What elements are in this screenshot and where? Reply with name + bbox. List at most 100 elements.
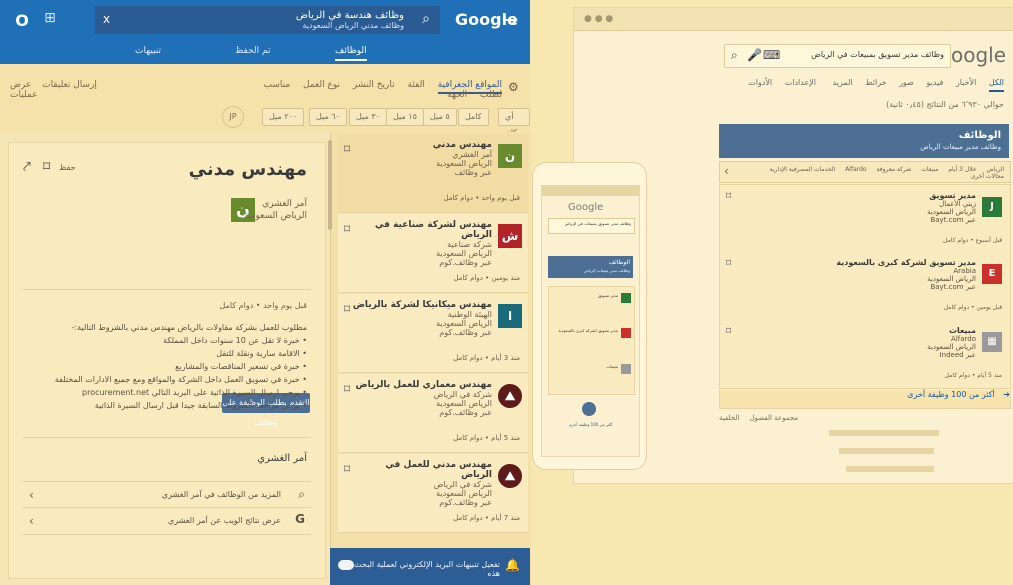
desktop-filter-chip[interactable]: الرياض [986,166,1004,173]
desktop-tab[interactable]: صور [899,78,914,87]
desktop-tab[interactable]: الأخبار [956,78,976,87]
desktop-placeholder-bar [839,448,934,454]
search-icon[interactable]: ⌕ [422,11,430,27]
phone-item-text: مدير تسويق لشركة كبرى بالسعودية [558,328,619,333]
filter-type[interactable]: نوع العمل [303,80,340,90]
grid-icon[interactable]: ⊞ [42,10,58,26]
desktop-job-item[interactable]: ⌑ J مدير تسويق زيتي الأعمال الرياض السعو… [719,184,1011,254]
job-item-title: مهندس مدني للعمل في الرياض [385,460,492,480]
desktop-job-item[interactable]: ⌑ E مدير تسويق لشركة كبرى بالسعودية Arab… [719,252,1011,321]
distance-pill-5[interactable]: ٥ ميل [423,108,457,126]
desktop-filter-chip[interactable]: مبيعات [921,166,938,173]
distance-pill-30[interactable]: ٣٠ ميل [349,108,387,126]
share-icon[interactable]: ⤤ [23,159,31,175]
desktop-bottom-links: مجموعة الفضول الخلفية [719,414,1009,422]
job-item-company: شركة في الرياض [433,480,492,489]
view-operations-link[interactable]: عرض عمليات [10,80,37,100]
filter-date[interactable]: تاريخ النشر [353,80,395,90]
job-meta: قبل يوم واحد ‏• دوام كامل [219,301,307,310]
job-list-item[interactable]: ⌑ ش مهندس لشركة صناعية في الرياض شركة صن… [338,214,528,293]
save-icon[interactable]: ⌑ [43,159,50,175]
search-bar[interactable]: x وظائف هندسة في الرياض وظائف مدني الريا… [95,6,440,34]
desktop-filter-chip[interactable]: مجالات أخرى [971,173,1004,180]
phone-list-item[interactable]: مدير تسويق [548,286,635,324]
desktop-filter-chip[interactable]: Alfardo [845,166,866,173]
distance-pill-15[interactable]: ١٥ ميل [386,108,424,126]
job-logo: ن [498,144,522,168]
phone-search-bar[interactable]: وظائف مدير تسويق بمبيعات في الرياض [548,218,635,234]
close-icon[interactable]: x [103,12,110,26]
tab-alerts[interactable]: تنبيهات [135,46,161,56]
desktop-filter-chip[interactable]: شركة معروفة [877,166,912,173]
distance-pill-200[interactable]: ٢٠٠ ميل [262,108,305,126]
bookmark-icon[interactable]: ⌑ [726,326,731,337]
list-scrollbar[interactable] [328,140,332,230]
bookmark-icon[interactable]: ⌑ [344,382,350,396]
send-feedback-link[interactable]: إرسال تعليقات [42,80,97,90]
email-alert-bar[interactable]: 🔔 تفعيل تنبيهات البريد الإلكتروني لعملية… [330,548,530,585]
phone-fab[interactable] [582,402,596,416]
phone-list-item[interactable]: مدير تسويق لشركة كبرى بالسعودية [548,322,635,359]
desktop-tab[interactable]: الإعدادات [785,78,816,87]
desktop-search-bar[interactable]: ⌕ 🎤 ⌨ وظائف مدير تسويق بمبيعات في الرياض [724,44,951,68]
distance-pill-any[interactable]: أي مكان [498,108,530,137]
phone-item-logo [621,328,631,338]
search-icon: ⌕ [298,487,305,501]
arrow-right-icon[interactable]: ➔ [505,10,518,29]
bookmark-icon[interactable]: ⌑ [726,191,731,202]
desktop-job-meta: قبل يومين ‏• دوام كامل [943,304,1002,311]
desktop-job-logo: ▦ [982,332,1002,352]
bookmark-icon[interactable]: ⌑ [344,462,350,476]
more-jobs-link[interactable]: ➔ أكثر من 100 وظيفة أخرى [719,390,1011,409]
phone-footer[interactable]: أكثر من 100 وظيفة أخرى [548,422,633,427]
related-row-more-jobs[interactable]: ‹ المزيد من الوظائف في آمر الغشري ⌕ [23,481,311,508]
jp-circle[interactable]: JP [222,106,244,128]
desktop-job-via: عبر Bayt.com [930,283,976,291]
email-alert-text: تفعيل تنبيهات البريد الإلكتروني لعملية ا… [354,560,500,578]
chevron-left-icon[interactable]: ‹ [724,164,729,178]
phone-list-item[interactable]: مبيعات [548,358,635,395]
desktop-job-title: مبيعات [948,326,976,335]
save-label[interactable]: حفظ [59,163,76,172]
job-description: مطلوب للعمل بشركة مقاولات بالرياض مهندس … [19,321,307,412]
filter-employer[interactable]: الجهة [447,90,467,100]
job-item-title: مهندس مدني [432,140,492,150]
bookmark-icon[interactable]: ⌑ [344,302,350,316]
filter-icon[interactable]: ⚙ [508,80,519,94]
desktop-bottom-link[interactable]: مجموعة الفضول [750,414,798,422]
toggle-icon[interactable] [338,560,354,570]
job-list-item[interactable]: ⌑ ا مهندس ميكانيكا لشركة بالرياض الهيئة … [338,294,528,373]
related-row-web-results[interactable]: ‹ عرض نتائج الويب عن آمر الغشري G [23,507,311,535]
phone-google-logo: Google [568,202,604,213]
desktop-job-item[interactable]: ⌑ ▦ مبيعات Alfardo الرياض السعودية عبر I… [719,320,1011,389]
job-list-item[interactable]: ⌑ ⛰ مهندس مدني للعمل في الرياض شركة في ا… [338,454,528,533]
mic-icon[interactable]: 🎤 [747,48,762,62]
filter-category[interactable]: الفئة [408,80,425,90]
keyboard-icon[interactable]: ⌨ [763,48,780,62]
desktop-tab[interactable]: خرائط [865,78,886,87]
tab-jobs[interactable]: الوظائف [335,46,367,61]
bookmark-icon[interactable]: ⌑ [726,258,731,269]
desktop-filter-chip[interactable]: الخدمات المصرفية الإدارية [770,166,836,173]
jobs-app-topbar: O ⊞ x وظائف هندسة في الرياض وظائف مدني ا… [0,0,530,40]
distance-pill-full[interactable]: كامل [458,108,489,126]
circle-icon[interactable]: O [14,11,30,30]
job-list-item[interactable]: ⌑ ن مهندس مدني آمر الغشري الرياض السعودي… [338,134,528,213]
job-item-meta: منذ 7 أيام ‏• دوام كامل [453,514,520,522]
search-query-text: وظائف هندسة في الرياض [295,10,404,21]
job-logo: ⛰ [498,464,522,488]
desktop-bottom-link[interactable]: الخلفية [719,414,739,422]
desktop-tab[interactable]: الكل [988,78,1004,92]
job-item-location: الرياض السعودية [436,159,492,168]
bookmark-icon[interactable]: ⌑ [344,222,350,236]
desktop-tab[interactable]: الأدوات [748,78,772,87]
bookmark-icon[interactable]: ⌑ [344,142,350,156]
desktop-job-title: مدير تسويق [929,191,976,200]
search-icon[interactable]: ⌕ [731,48,738,63]
job-list-item[interactable]: ⌑ ⛰ مهندس معماري للعمل بالرياض شركة في ا… [338,374,528,453]
tab-saved[interactable]: تم الحفظ [235,46,271,56]
distance-pill-60[interactable]: ٦٠ ميل [309,108,347,126]
desktop-tab[interactable]: المزيد [833,78,853,87]
desktop-filter-chip[interactable]: خلال 3 أيام [948,166,976,173]
desktop-tab[interactable]: فيديو [927,78,944,87]
